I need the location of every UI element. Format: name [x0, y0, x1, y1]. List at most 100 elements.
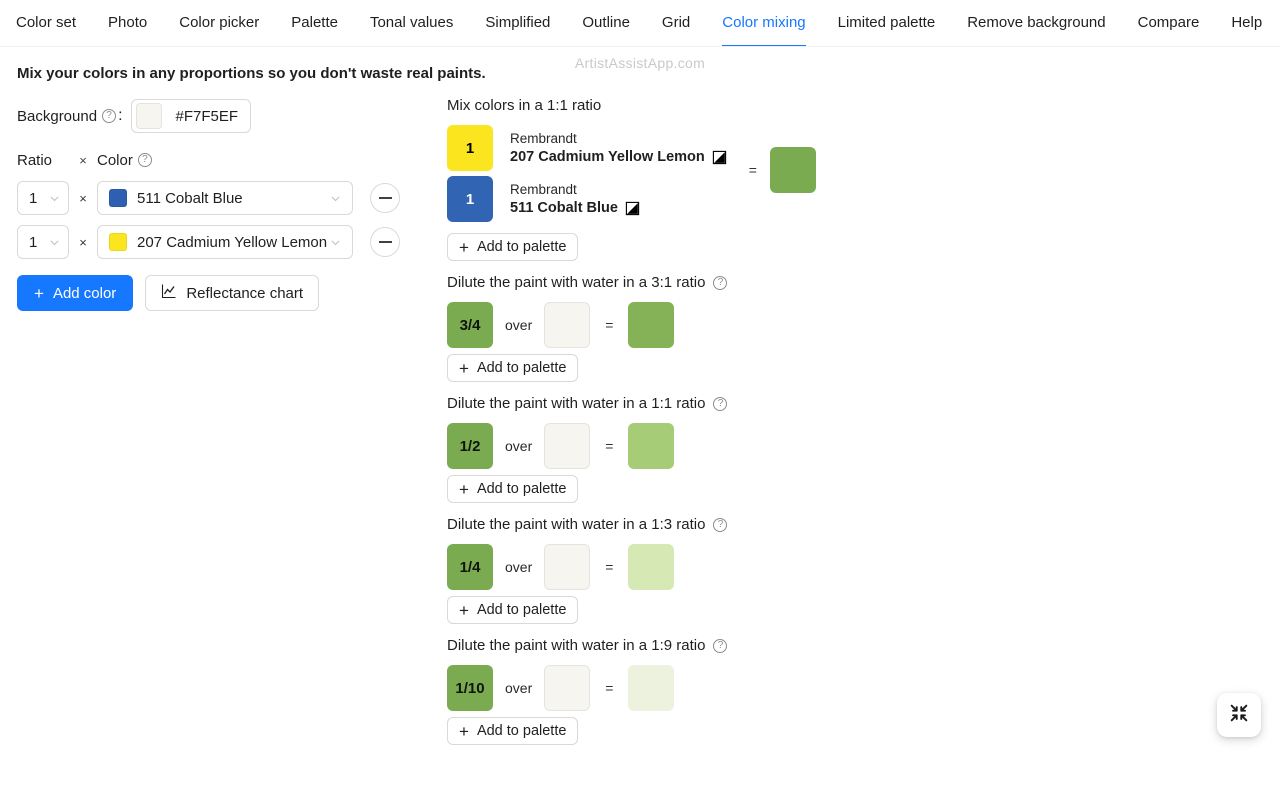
tab-palette[interactable]: Palette — [291, 0, 338, 46]
dilution-title-wrap-2: Dilute the paint with water in a 1:3 rat… — [447, 514, 1280, 536]
color-help-icon[interactable]: ? — [137, 153, 152, 167]
chevron-down-icon — [330, 193, 341, 204]
collapse-fullscreen-button[interactable] — [1217, 693, 1261, 737]
plus-icon: + — [459, 358, 469, 378]
tab-color-mixing[interactable]: Color mixing — [722, 0, 806, 46]
tab-photo[interactable]: Photo — [108, 0, 147, 46]
mix-rows: 1 Rembrandt 207 Cadmium Yellow Lemon 1 R… — [447, 125, 1280, 227]
add-to-palette-label: Add to palette — [476, 481, 567, 497]
mixing-controls-panel: Background ? : #F7F5EF Ratio × Color ? 1… — [0, 85, 444, 311]
dilution-equals-2: = — [605, 559, 614, 575]
component-part-chip-2: 1 — [447, 176, 493, 222]
ratio-select-2[interactable]: 1 — [17, 225, 69, 259]
tab-help[interactable]: Help — [1231, 0, 1262, 46]
color-name-2: 207 Cadmium Yellow Lemon — [137, 233, 328, 251]
mixing-results-panel: Mix colors in a 1:1 ratio 1 Rembrandt 20… — [444, 85, 1280, 756]
semi-opaque-icon — [625, 201, 640, 216]
times-column-header: × — [79, 152, 87, 168]
dilution-title-wrap-3: Dilute the paint with water in a 1:9 rat… — [447, 635, 1280, 657]
background-help-icon[interactable]: ? — [102, 109, 117, 123]
ratio-value-1: 1 — [29, 189, 38, 207]
dilution-fraction-chip-1: 1/2 — [447, 423, 493, 469]
chevron-down-icon — [330, 237, 341, 248]
dilution-title-2: Dilute the paint with water in a 1:3 rat… — [447, 516, 706, 533]
remove-color-button-2[interactable] — [370, 227, 400, 257]
component-brand-1: Rembrandt — [510, 131, 577, 146]
tab-simplified[interactable]: Simplified — [485, 0, 550, 46]
reflectance-chart-button[interactable]: Reflectance chart — [145, 275, 320, 311]
color-row: 1 × 511 Cobalt Blue — [17, 181, 444, 215]
dilution-section-1-9: Dilute the paint with water in a 1:9 rat… — [447, 635, 1280, 745]
background-label: Background — [17, 107, 98, 125]
tab-color-set[interactable]: Color set — [16, 0, 76, 46]
mix-components: 1 Rembrandt 207 Cadmium Yellow Lemon 1 R… — [447, 125, 727, 227]
dilution-help-icon[interactable]: ? — [713, 397, 728, 411]
ratio-select-1[interactable]: 1 — [17, 181, 69, 215]
mix-title-text: Mix colors in a 1:1 ratio — [447, 97, 602, 114]
ratio-value-2: 1 — [29, 233, 38, 251]
component-part-chip-1: 1 — [447, 125, 493, 171]
times-symbol-1: × — [79, 190, 87, 206]
dilution-fraction-chip-0: 3/4 — [447, 302, 493, 348]
tab-grid[interactable]: Grid — [662, 0, 690, 46]
dilution-background-swatch-1 — [544, 423, 591, 469]
add-to-palette-button-dilution-0[interactable]: + Add to palette — [447, 354, 579, 382]
dilution-title-3: Dilute the paint with water in a 1:9 rat… — [447, 637, 706, 654]
chevron-down-icon — [49, 237, 60, 248]
component-name-2: 511 Cobalt Blue — [510, 200, 618, 216]
page-root: Color set Photo Color picker Palette Ton… — [0, 0, 1280, 756]
add-to-palette-button-dilution-1[interactable]: + Add to palette — [447, 475, 579, 503]
dilution-help-icon[interactable]: ? — [713, 639, 728, 653]
dilution-title-wrap-0: Dilute the paint with water in a 3:1 rat… — [447, 272, 1280, 294]
dilution-title-1: Dilute the paint with water in a 1:1 rat… — [447, 395, 706, 412]
add-to-palette-label: Add to palette — [476, 723, 567, 739]
background-color-button[interactable]: #F7F5EF — [130, 99, 252, 133]
color-swatch-2 — [109, 233, 127, 251]
background-colon: : — [118, 107, 123, 124]
dilution-over-label-2: over — [505, 559, 533, 575]
compress-icon — [1228, 702, 1250, 729]
dilution-row-0: 3/4 over = — [447, 302, 1280, 348]
reflectance-chart-label: Reflectance chart — [186, 284, 304, 302]
remove-color-button-1[interactable] — [370, 183, 400, 213]
ratio-column-header: Ratio — [17, 151, 53, 169]
minus-icon — [378, 241, 392, 243]
tab-limited-palette[interactable]: Limited palette — [838, 0, 936, 46]
plus-icon: + — [459, 237, 469, 257]
add-to-palette-button-dilution-3[interactable]: + Add to palette — [447, 717, 579, 745]
dilution-help-icon[interactable]: ? — [713, 276, 728, 290]
tab-compare[interactable]: Compare — [1138, 0, 1200, 46]
add-to-palette-button-mix[interactable]: + Add to palette — [447, 233, 579, 261]
add-color-button[interactable]: + Add color — [17, 275, 134, 311]
color-name-1: 511 Cobalt Blue — [137, 189, 243, 207]
component-name-wrap-2: 511 Cobalt Blue — [510, 199, 640, 218]
plus-icon: + — [459, 600, 469, 620]
dilution-result-swatch-0 — [628, 302, 675, 348]
dilution-help-icon[interactable]: ? — [713, 518, 728, 532]
tab-remove-background[interactable]: Remove background — [967, 0, 1105, 46]
dilution-equals-3: = — [605, 680, 614, 696]
color-select-1[interactable]: 511 Cobalt Blue — [97, 181, 353, 215]
add-to-palette-button-dilution-2[interactable]: + Add to palette — [447, 596, 579, 624]
dilution-fraction-chip-2: 1/4 — [447, 544, 493, 590]
add-to-palette-label: Add to palette — [476, 360, 567, 376]
plus-icon: + — [34, 283, 44, 303]
tab-tonal-values[interactable]: Tonal values — [370, 0, 453, 46]
plus-icon: + — [459, 721, 469, 741]
control-actions: + Add color Reflectance chart — [17, 275, 444, 311]
mix-component: 1 Rembrandt 207 Cadmium Yellow Lemon — [447, 125, 727, 171]
dilution-fraction-chip-3: 1/10 — [447, 665, 493, 711]
dilution-result-swatch-1 — [628, 423, 675, 469]
dilution-section-3-1: Dilute the paint with water in a 3:1 rat… — [447, 272, 1280, 382]
color-select-2[interactable]: 207 Cadmium Yellow Lemon — [97, 225, 353, 259]
tab-color-picker[interactable]: Color picker — [179, 0, 259, 46]
chevron-down-icon — [49, 193, 60, 204]
dilution-title-wrap-1: Dilute the paint with water in a 1:1 rat… — [447, 393, 1280, 415]
tab-outline[interactable]: Outline — [582, 0, 630, 46]
dilution-background-swatch-3 — [544, 665, 591, 711]
semi-opaque-icon — [712, 150, 727, 165]
add-color-label: Add color — [52, 284, 117, 302]
mix-section-title: Mix colors in a 1:1 ratio — [447, 95, 1280, 117]
dilution-result-swatch-3 — [628, 665, 675, 711]
dilution-over-label-0: over — [505, 317, 533, 333]
